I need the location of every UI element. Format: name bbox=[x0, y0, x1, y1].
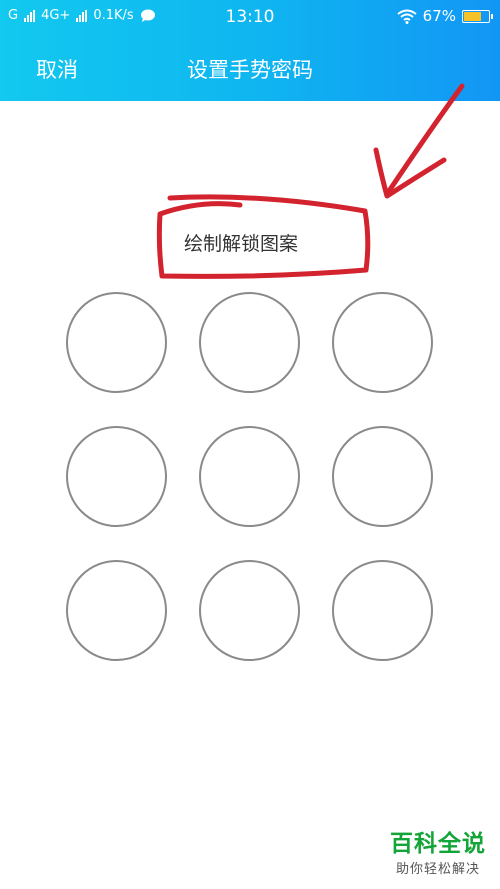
watermark-title: 百科全说 bbox=[390, 831, 486, 857]
pattern-grid[interactable] bbox=[66, 292, 434, 661]
annotation-arrow-shaft bbox=[384, 83, 465, 197]
pattern-dot-2[interactable] bbox=[199, 292, 300, 393]
pattern-dot-1[interactable] bbox=[66, 292, 167, 393]
pattern-dot-9[interactable] bbox=[332, 560, 433, 661]
draw-pattern-hint: 绘制解锁图案 bbox=[184, 233, 299, 255]
watermark-logo: 百科全说 助你轻松解决 bbox=[390, 824, 486, 877]
pattern-dot-8[interactable] bbox=[199, 560, 300, 661]
watermark-subtitle: 助你轻松解决 bbox=[395, 862, 480, 877]
pattern-dot-6[interactable] bbox=[332, 426, 433, 527]
pattern-dot-3[interactable] bbox=[332, 292, 433, 393]
pattern-dot-4[interactable] bbox=[66, 426, 167, 527]
pattern-dot-7[interactable] bbox=[66, 560, 167, 661]
pattern-dot-5[interactable] bbox=[199, 426, 300, 527]
